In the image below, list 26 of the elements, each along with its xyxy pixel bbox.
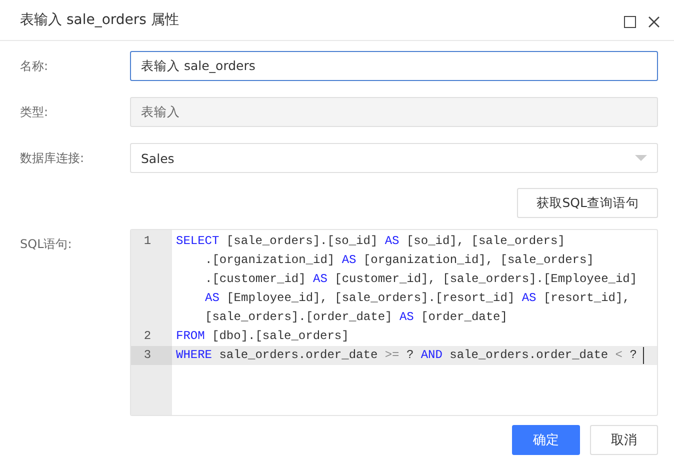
code-line: .[organization_id] AS [organization_id], [sale_orders]: [205, 252, 594, 269]
cancel-button[interactable]: 取消: [590, 425, 658, 455]
code-line: [sale_orders].[order_date] AS [order_date]: [205, 309, 508, 326]
fetch-sql-button[interactable]: 获取SQL查询语句: [517, 188, 658, 218]
maximize-icon[interactable]: [624, 16, 636, 28]
text-cursor: [642, 347, 644, 364]
confirm-button[interactable]: 确定: [512, 425, 580, 455]
field-label: 类型:: [20, 104, 50, 120]
code-line: .[customer_id] AS [customer_id], [sale_orders].[Employee_id]: [205, 271, 638, 288]
field-label: SQL语句:: [20, 236, 73, 253]
code-line: FROM [dbo].[sale_orders]: [176, 328, 349, 345]
type-field: 表输入: [130, 97, 658, 127]
code-line: SELECT [sale_orders].[so_id] AS [so_id], [sale_orders]: [176, 233, 565, 250]
line-number: 2: [142, 328, 152, 345]
code-line: AS [Employee_id], [sale_orders].[resort_id] AS [resort_id],: [205, 290, 630, 307]
caret-icon: [635, 155, 647, 161]
database-dropdown[interactable]: Sales: [130, 143, 658, 173]
close-icon[interactable]: [648, 16, 660, 28]
sql-editor[interactable]: [130, 229, 658, 416]
field-label: 数据库连接:: [20, 150, 86, 166]
line-number: 3: [131, 346, 172, 365]
dialog-title: 表输入 sale_orders 属性: [20, 11, 179, 29]
name-field[interactable]: 表输入 sale_orders: [130, 51, 658, 81]
field-label: 名称:: [20, 58, 50, 74]
line-number: 1: [142, 233, 152, 250]
code-line: WHERE sale_orders.order_date >= ? AND sale_orders.order_date < ?: [176, 347, 637, 364]
